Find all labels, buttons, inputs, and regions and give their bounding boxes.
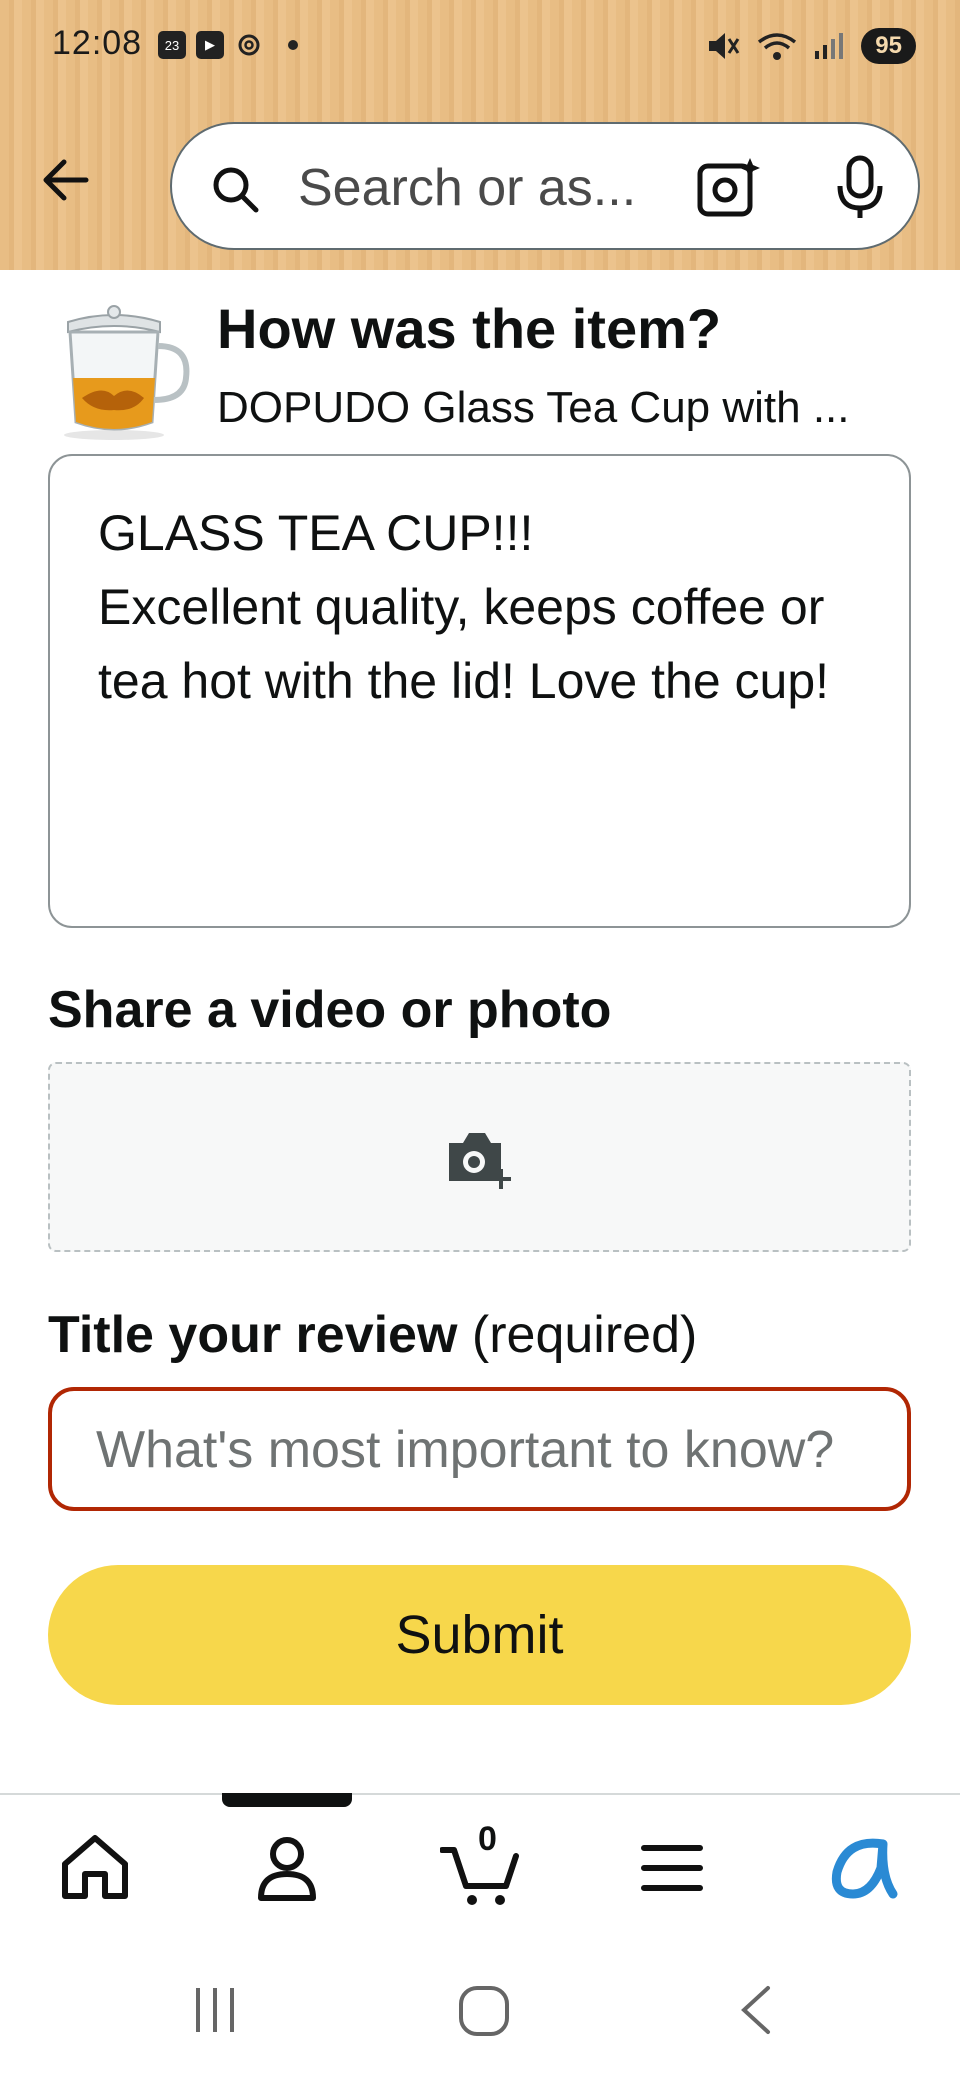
status-bar: 12:08 23 ▶ 95 <box>0 0 960 96</box>
review-title-label-bold: Title your review <box>48 1306 458 1364</box>
more-notifications-dot <box>288 40 298 50</box>
search-placeholder[interactable]: Search or as... <box>298 158 636 218</box>
mute-icon <box>709 33 740 59</box>
home-icon[interactable] <box>55 1828 135 1908</box>
search-icon <box>213 167 259 213</box>
review-title-label-required: (required) <box>457 1306 698 1364</box>
back-nav-icon[interactable] <box>730 1980 780 2040</box>
system-status-icons: 95 <box>705 28 916 64</box>
review-text-area[interactable]: GLASS TEA CUP!!! Excellent quality, keep… <box>48 454 911 928</box>
media-upload-area[interactable] <box>48 1062 911 1252</box>
media-section-label: Share a video or photo <box>48 981 612 1039</box>
home-button-icon[interactable] <box>455 1980 515 2040</box>
battery-indicator: 95 <box>861 28 916 64</box>
youtube-icon: ▶ <box>196 31 224 59</box>
status-time: 12:08 <box>52 24 143 62</box>
product-thumbnail-glass-tea-cup <box>64 305 190 440</box>
review-prompt-title: How was the item? <box>217 297 722 360</box>
back-arrow-icon[interactable] <box>36 150 96 210</box>
wifi-icon <box>758 33 797 60</box>
app-header: 12:08 23 ▶ 95 Search or as... <box>0 0 960 270</box>
menu-icon[interactable] <box>632 1828 712 1908</box>
notification-icons: 23 ▶ <box>158 30 298 60</box>
account-icon[interactable] <box>247 1828 327 1908</box>
bottom-nav-divider <box>0 1793 960 1795</box>
review-text-content[interactable]: GLASS TEA CUP!!! Excellent quality, keep… <box>98 496 878 718</box>
active-tab-indicator <box>222 1793 352 1807</box>
review-title-label: Title your review (required) <box>48 1305 697 1365</box>
recent-apps-icon[interactable] <box>190 1980 240 2040</box>
add-photo-camera-icon[interactable] <box>445 1129 517 1191</box>
cart-button[interactable]: 0 <box>439 1820 520 1908</box>
calendar-icon: 23 <box>158 31 186 59</box>
review-title-input[interactable] <box>94 1417 878 1483</box>
system-navigation-bar <box>0 1960 960 2081</box>
submit-button[interactable]: Submit <box>48 1565 911 1705</box>
microphone-icon[interactable] <box>832 152 888 222</box>
search-bar[interactable]: Search or as... <box>170 122 920 250</box>
alexa-icon[interactable] <box>823 1828 903 1908</box>
signal-icon <box>815 33 844 59</box>
settings-gear-icon <box>238 34 260 56</box>
camera-lens-search-icon[interactable] <box>694 152 764 222</box>
review-title-field[interactable] <box>48 1387 911 1511</box>
product-name: DOPUDO Glass Tea Cup with ... <box>217 383 850 432</box>
cart-count: 0 <box>478 1820 497 1858</box>
